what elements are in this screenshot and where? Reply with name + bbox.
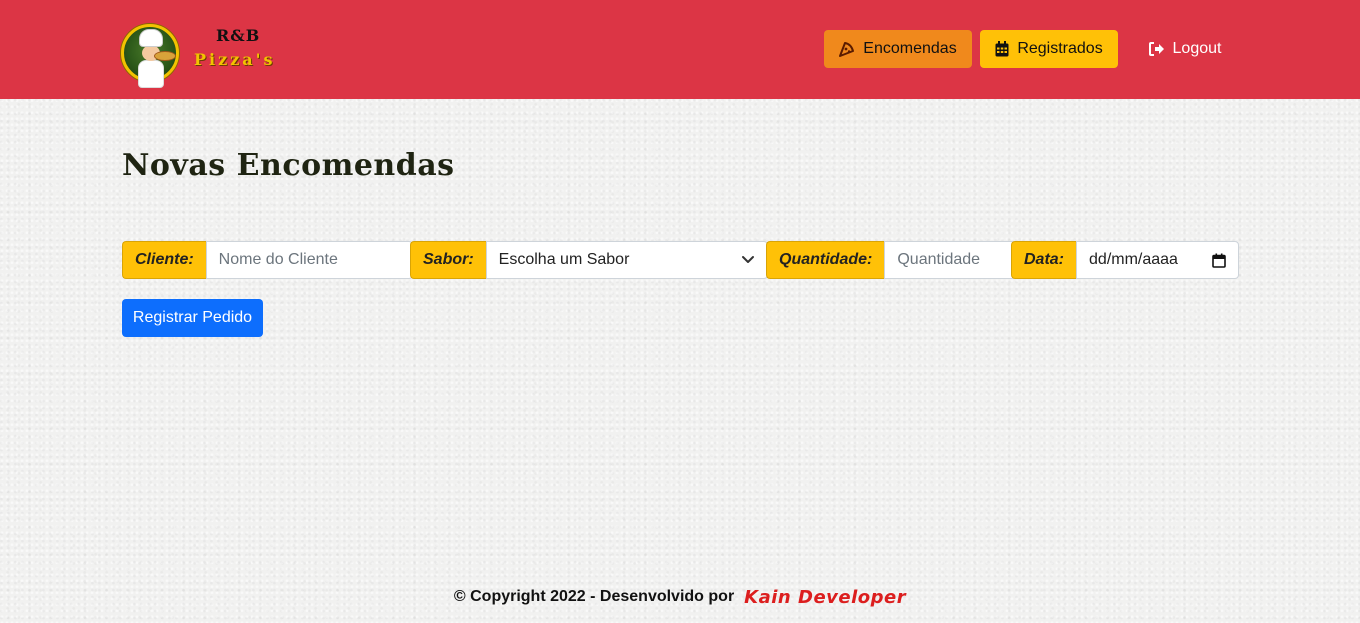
logout-label: Logout (1172, 40, 1222, 57)
chef-pizza (154, 51, 176, 61)
sign-out-icon (1148, 42, 1165, 56)
navbar: R&B Pizza's Encomendas Registrados Logou… (0, 0, 1360, 99)
data-label: Data: (1011, 241, 1077, 279)
brand-bottom-text: Pizza's (194, 50, 276, 69)
data-group: Data: dd/mm/aaaa (1011, 241, 1240, 279)
pizza-slice-icon (839, 41, 855, 57)
data-placeholder: dd/mm/aaaa (1089, 251, 1178, 268)
cliente-label: Cliente: (122, 241, 206, 279)
data-input[interactable]: dd/mm/aaaa (1076, 241, 1240, 279)
chevron-down-icon (741, 255, 755, 265)
logo-emblem (121, 24, 179, 88)
calendar-picker-icon[interactable] (1212, 253, 1226, 268)
calendar-icon (995, 41, 1009, 57)
page-title: Novas Encomendas (122, 148, 455, 183)
encomendas-label: Encomendas (863, 40, 957, 57)
chef-body (138, 60, 164, 88)
developer-link[interactable]: Kain Developer (744, 587, 906, 608)
copyright-text: © Copyright 2022 - Desenvolvido por (453, 588, 735, 605)
chef-hat (139, 29, 163, 47)
footer: © Copyright 2022 - Desenvolvido por Kain… (0, 584, 1360, 610)
sabor-label: Sabor: (410, 241, 486, 279)
sabor-select[interactable]: Escolha um Sabor (485, 241, 768, 279)
brand-logo[interactable]: R&B Pizza's (121, 14, 291, 88)
registrados-button[interactable]: Registrados (980, 30, 1118, 68)
cliente-group: Cliente: Nome do Cliente (122, 241, 413, 279)
sabor-group: Sabor: Escolha um Sabor (410, 241, 768, 279)
encomendas-button[interactable]: Encomendas (824, 30, 972, 68)
quantidade-label: Quantidade: (766, 241, 885, 279)
registrados-label: Registrados (1017, 40, 1103, 57)
brand-top-text: R&B (216, 26, 261, 45)
registrar-pedido-button[interactable]: Registrar Pedido (122, 299, 263, 337)
sabor-selected-value: Escolha um Sabor (498, 251, 630, 268)
quantidade-input[interactable]: Quantidade (884, 241, 1017, 279)
cliente-input[interactable]: Nome do Cliente (205, 241, 413, 279)
logout-button[interactable]: Logout (1140, 30, 1230, 68)
quantidade-group: Quantidade: Quantidade (766, 241, 1017, 279)
